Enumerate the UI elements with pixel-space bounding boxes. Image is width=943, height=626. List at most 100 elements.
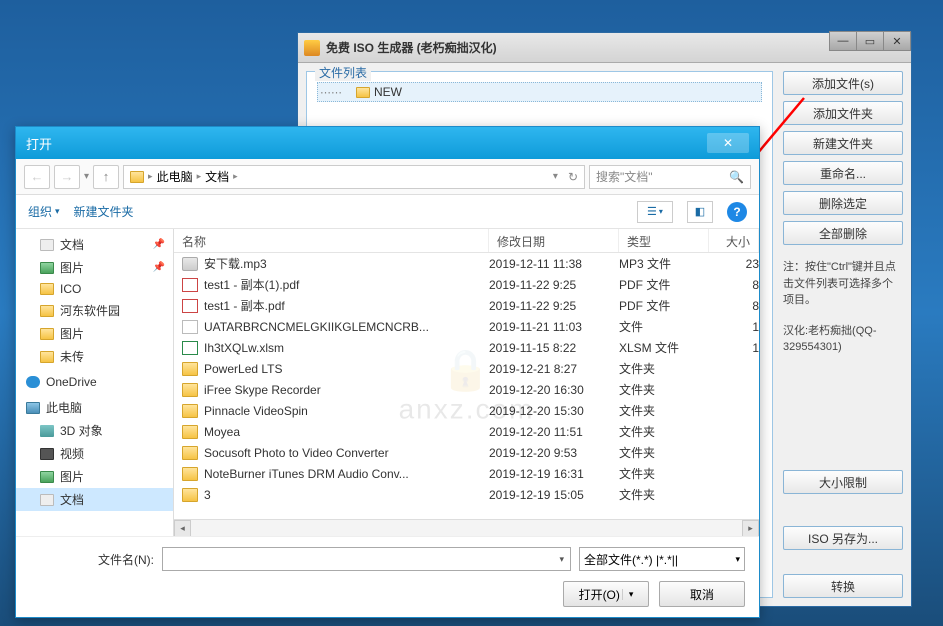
minimize-button[interactable]: — <box>829 31 857 51</box>
maximize-button[interactable]: ▭ <box>856 31 884 51</box>
file-type: PDF 文件 <box>619 276 709 293</box>
file-date: 2019-12-20 9:53 <box>489 446 619 460</box>
table-row[interactable]: Socusoft Photo to Video Converter2019-12… <box>174 442 759 463</box>
command-toolbar: 组织 ▾ 新建文件夹 ☰▾ ◧ ? <box>16 195 759 229</box>
delete-all-button[interactable]: 全部删除 <box>783 221 903 245</box>
folder-icon <box>40 328 54 340</box>
column-size[interactable]: 大小 <box>709 229 759 252</box>
file-tree[interactable]: ⋯⋯ NEW <box>307 72 772 112</box>
organize-menu[interactable]: 组织 ▾ <box>28 203 60 220</box>
scroll-right-button[interactable]: ▸ <box>742 520 759 536</box>
iso-save-as-button[interactable]: ISO 另存为... <box>783 526 903 550</box>
file-filter-select[interactable]: 全部文件(*.*) |*.*||▾ <box>579 547 745 571</box>
table-row[interactable]: 32019-12-19 15:05文件夹 <box>174 484 759 505</box>
sidebar-item-pictures3[interactable]: 图片 <box>16 465 173 488</box>
add-folder-button[interactable]: 添加文件夹 <box>783 101 903 125</box>
sidebar-item-ico[interactable]: ICO <box>16 279 173 299</box>
pc-icon <box>26 402 40 414</box>
nav-history-dropdown[interactable]: ▾ <box>84 171 89 182</box>
column-name[interactable]: 名称 <box>174 229 489 252</box>
chevron-down-icon: ▾ <box>55 206 60 217</box>
table-row[interactable]: test1 - 副本.pdf2019-11-22 9:25PDF 文件8 <box>174 295 759 316</box>
split-dropdown-icon[interactable]: ▾ <box>622 589 634 600</box>
search-input[interactable]: 搜索"文档" 🔍 <box>589 165 751 189</box>
nav-forward-button[interactable]: → <box>54 165 80 189</box>
view-mode-button[interactable]: ☰▾ <box>637 201 673 223</box>
app-icon <box>304 40 320 56</box>
tree-item-label: NEW <box>374 85 402 99</box>
list-header[interactable]: 名称 修改日期 类型 大小 <box>174 229 759 253</box>
preview-pane-button[interactable]: ◧ <box>687 201 713 223</box>
table-row[interactable]: Moyea2019-12-20 11:51文件夹 <box>174 421 759 442</box>
open-button[interactable]: 打开(O)▾ <box>563 581 649 607</box>
dialog-close-button[interactable]: ✕ <box>707 133 749 153</box>
table-row[interactable]: Ih3tXQLw.xlsm2019-11-15 8:22XLSM 文件1 <box>174 337 759 358</box>
table-row[interactable]: UATARBRCNCMELGKIIKGLEMCNCRB...2019-11-21… <box>174 316 759 337</box>
cancel-button[interactable]: 取消 <box>659 581 745 607</box>
sidebar-thispc[interactable]: 此电脑 <box>16 396 173 419</box>
file-type: 文件夹 <box>619 360 709 377</box>
sidebar-item-unsent[interactable]: 未传 <box>16 345 173 368</box>
sidebar-item-documents-active[interactable]: 文档 <box>16 488 173 511</box>
horizontal-scrollbar[interactable]: ◂ ▸ <box>174 519 759 536</box>
sidebar-item-3d[interactable]: 3D 对象 <box>16 419 173 442</box>
open-dialog-titlebar[interactable]: 打开 ✕ <box>16 127 759 159</box>
sidebar-onedrive[interactable]: OneDrive <box>16 372 173 392</box>
iso-actions-panel: 添加文件(s) 添加文件夹 新建文件夹 重命名... 删除选定 全部删除 注：按… <box>783 71 903 598</box>
places-sidebar[interactable]: 文档📌 图片📌 ICO 河东软件园 图片 未传 OneDrive 此电脑 3D … <box>16 229 174 536</box>
file-name: Pinnacle VideoSpin <box>204 404 308 418</box>
column-type[interactable]: 类型 <box>619 229 709 252</box>
folder-icon <box>182 488 198 502</box>
filename-input[interactable]: ▾ <box>162 547 571 571</box>
help-button[interactable]: ? <box>727 202 747 222</box>
sidebar-item-documents[interactable]: 文档📌 <box>16 233 173 256</box>
sidebar-item-pictures2[interactable]: 图片 <box>16 322 173 345</box>
new-folder-command[interactable]: 新建文件夹 <box>74 203 134 220</box>
pin-icon: 📌 <box>153 262 165 273</box>
chevron-down-icon[interactable]: ▾ <box>559 554 564 565</box>
chevron-down-icon: ▾ <box>735 554 740 565</box>
sidebar-item-videos[interactable]: 视频 <box>16 442 173 465</box>
convert-button[interactable]: 转换 <box>783 574 903 598</box>
breadcrumb-root[interactable]: 此电脑 <box>157 168 193 185</box>
nav-up-button[interactable]: ↑ <box>93 165 119 189</box>
tree-item-new[interactable]: ⋯⋯ NEW <box>317 82 762 102</box>
scroll-left-button[interactable]: ◂ <box>174 520 191 536</box>
close-button[interactable]: ✕ <box>883 31 911 51</box>
table-row[interactable]: 安下载.mp32019-12-11 11:38MP3 文件23 <box>174 253 759 274</box>
file-size: 1 <box>709 320 759 334</box>
table-row[interactable]: NoteBurner iTunes DRM Audio Conv...2019-… <box>174 463 759 484</box>
table-row[interactable]: test1 - 副本(1).pdf2019-11-22 9:25PDF 文件8 <box>174 274 759 295</box>
size-limit-button[interactable]: 大小限制 <box>783 470 903 494</box>
file-size: 23 <box>709 257 759 271</box>
sidebar-item-hedong[interactable]: 河东软件园 <box>16 299 173 322</box>
iso-titlebar[interactable]: 免费 ISO 生成器 (老朽痴拙汉化) — ▭ ✕ <box>298 33 911 63</box>
table-row[interactable]: Pinnacle VideoSpin2019-12-20 15:30文件夹 <box>174 400 759 421</box>
pdf-icon <box>182 278 198 292</box>
breadcrumb-current[interactable]: 文档 <box>205 168 229 185</box>
file-rows-container[interactable]: 🔒anxz.com 安下载.mp32019-12-11 11:38MP3 文件2… <box>174 253 759 519</box>
refresh-icon[interactable]: ↻ <box>568 170 578 184</box>
add-files-button[interactable]: 添加文件(s) <box>783 71 903 95</box>
nav-back-button[interactable]: ← <box>24 165 50 189</box>
file-name: test1 - 副本(1).pdf <box>204 276 299 293</box>
column-date[interactable]: 修改日期 <box>489 229 619 252</box>
file-size: 8 <box>709 278 759 292</box>
table-row[interactable]: iFree Skype Recorder2019-12-20 16:30文件夹 <box>174 379 759 400</box>
file-date: 2019-12-21 8:27 <box>489 362 619 376</box>
folder-icon <box>40 351 54 363</box>
new-folder-button[interactable]: 新建文件夹 <box>783 131 903 155</box>
file-type: PDF 文件 <box>619 297 709 314</box>
file-size: 1 <box>709 341 759 355</box>
file-name: 安下载.mp3 <box>204 255 267 272</box>
delete-selected-button[interactable]: 删除选定 <box>783 191 903 215</box>
rename-button[interactable]: 重命名... <box>783 161 903 185</box>
breadcrumb-dropdown-icon[interactable]: ▾ <box>553 171 558 182</box>
folder-icon <box>182 404 198 418</box>
file-name: Ih3tXQLw.xlsm <box>204 341 284 355</box>
doc-icon <box>40 494 54 506</box>
table-row[interactable]: PowerLed LTS2019-12-21 8:27文件夹 <box>174 358 759 379</box>
breadcrumb-bar[interactable]: ▸ 此电脑 ▸ 文档 ▸ ▾ ↻ <box>123 165 585 189</box>
sidebar-item-pictures[interactable]: 图片📌 <box>16 256 173 279</box>
chevron-right-icon: ▸ <box>233 171 238 182</box>
